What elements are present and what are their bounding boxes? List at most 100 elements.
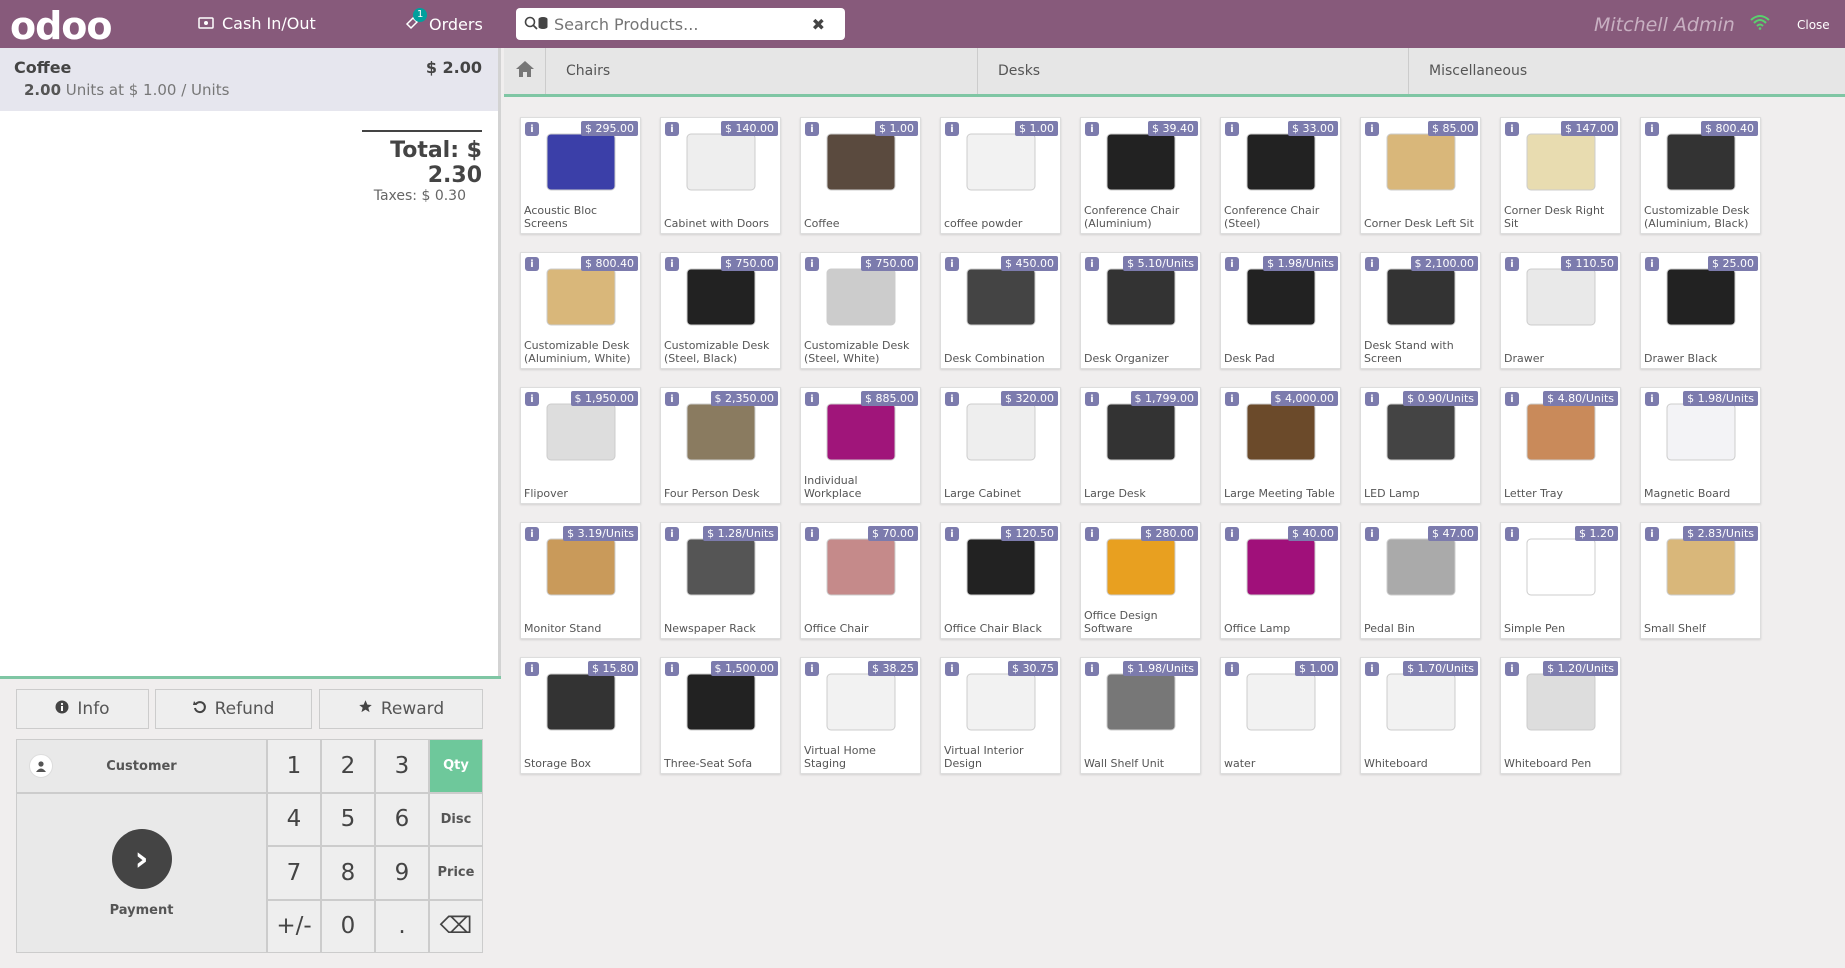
product-info-icon[interactable]: i bbox=[1085, 527, 1099, 541]
product-card[interactable]: i $ 2,350.00 Four Person Desk bbox=[660, 387, 781, 504]
product-card[interactable]: i $ 1.20/Units Whiteboard Pen bbox=[1500, 657, 1621, 774]
product-info-icon[interactable]: i bbox=[805, 257, 819, 271]
product-card[interactable]: i $ 450.00 Desk Combination bbox=[940, 252, 1061, 369]
product-card[interactable]: i $ 85.00 Corner Desk Left Sit bbox=[1360, 117, 1481, 234]
product-card[interactable]: i $ 1,500.00 Three-Seat Sofa bbox=[660, 657, 781, 774]
close-button[interactable]: Close bbox=[1797, 18, 1830, 32]
numpad-key-9[interactable]: 9 bbox=[375, 846, 429, 900]
product-card[interactable]: i $ 5.10/Units Desk Organizer bbox=[1080, 252, 1201, 369]
product-info-icon[interactable]: i bbox=[1225, 662, 1239, 676]
home-category-button[interactable] bbox=[504, 48, 546, 94]
product-info-icon[interactable]: i bbox=[945, 392, 959, 406]
product-info-icon[interactable]: i bbox=[1085, 122, 1099, 136]
product-card[interactable]: i $ 1.98/Units Desk Pad bbox=[1220, 252, 1341, 369]
product-info-icon[interactable]: i bbox=[945, 527, 959, 541]
product-card[interactable]: i $ 1,950.00 Flipover bbox=[520, 387, 641, 504]
product-info-icon[interactable]: i bbox=[805, 662, 819, 676]
product-card[interactable]: i $ 0.90/Units LED Lamp bbox=[1360, 387, 1481, 504]
product-card[interactable]: i $ 280.00 Office Design Software bbox=[1080, 522, 1201, 639]
product-info-icon[interactable]: i bbox=[525, 527, 539, 541]
numpad-key-decimal[interactable]: . bbox=[375, 899, 429, 953]
product-info-icon[interactable]: i bbox=[1505, 662, 1519, 676]
disc-mode-button[interactable]: Disc bbox=[429, 792, 483, 846]
product-info-icon[interactable]: i bbox=[1365, 662, 1379, 676]
numpad-key-1[interactable]: 1 bbox=[267, 739, 321, 793]
qty-mode-button[interactable]: Qty bbox=[429, 739, 483, 793]
product-card[interactable]: i $ 295.00 Acoustic Bloc Screens bbox=[520, 117, 641, 234]
backspace-icon[interactable]: ⌫ bbox=[429, 899, 483, 953]
category-desks[interactable]: Desks bbox=[978, 48, 1409, 94]
numpad-key-8[interactable]: 8 bbox=[321, 846, 375, 900]
product-info-icon[interactable]: i bbox=[665, 527, 679, 541]
product-info-icon[interactable]: i bbox=[805, 527, 819, 541]
payment-button[interactable]: › Payment bbox=[16, 793, 267, 953]
product-info-icon[interactable]: i bbox=[1085, 257, 1099, 271]
product-card[interactable]: i $ 1.98/Units Magnetic Board bbox=[1640, 387, 1761, 504]
refund-button[interactable]: Refund bbox=[155, 689, 312, 729]
product-info-icon[interactable]: i bbox=[1225, 122, 1239, 136]
product-card[interactable]: i $ 47.00 Pedal Bin bbox=[1360, 522, 1481, 639]
product-info-icon[interactable]: i bbox=[1645, 392, 1659, 406]
product-card[interactable]: i $ 147.00 Corner Desk Right Sit bbox=[1500, 117, 1621, 234]
numpad-key-plus-minus[interactable]: +/- bbox=[267, 899, 321, 953]
product-card[interactable]: i $ 1.00 Coffee bbox=[800, 117, 921, 234]
numpad-key-5[interactable]: 5 bbox=[321, 792, 375, 846]
category-miscellaneous[interactable]: Miscellaneous bbox=[1409, 48, 1845, 94]
product-info-icon[interactable]: i bbox=[525, 257, 539, 271]
product-card[interactable]: i $ 38.25 Virtual Home Staging bbox=[800, 657, 921, 774]
product-card[interactable]: i $ 1.00 coffee powder bbox=[940, 117, 1061, 234]
numpad-key-7[interactable]: 7 bbox=[267, 846, 321, 900]
product-card[interactable]: i $ 1.70/Units Whiteboard bbox=[1360, 657, 1481, 774]
product-info-icon[interactable]: i bbox=[1645, 122, 1659, 136]
reward-button[interactable]: Reward bbox=[319, 689, 483, 729]
cash-in-out-button[interactable]: Cash In/Out bbox=[198, 14, 316, 33]
product-card[interactable]: i $ 3.19/Units Monitor Stand bbox=[520, 522, 641, 639]
orders-button[interactable]: 1 Orders bbox=[405, 8, 483, 34]
product-card[interactable]: i $ 33.00 Conference Chair (Steel) bbox=[1220, 117, 1341, 234]
product-info-icon[interactable]: i bbox=[1505, 122, 1519, 136]
product-info-icon[interactable]: i bbox=[1365, 527, 1379, 541]
product-info-icon[interactable]: i bbox=[665, 257, 679, 271]
product-info-icon[interactable]: i bbox=[1085, 392, 1099, 406]
product-info-icon[interactable]: i bbox=[1225, 392, 1239, 406]
product-card[interactable]: i $ 885.00 Individual Workplace bbox=[800, 387, 921, 504]
product-info-icon[interactable]: i bbox=[1365, 257, 1379, 271]
product-info-icon[interactable]: i bbox=[805, 392, 819, 406]
product-card[interactable]: i $ 120.50 Office Chair Black bbox=[940, 522, 1061, 639]
product-info-icon[interactable]: i bbox=[1365, 392, 1379, 406]
product-info-icon[interactable]: i bbox=[1505, 257, 1519, 271]
product-info-icon[interactable]: i bbox=[1085, 662, 1099, 676]
numpad-key-3[interactable]: 3 bbox=[375, 739, 429, 793]
product-info-icon[interactable]: i bbox=[1645, 257, 1659, 271]
product-info-icon[interactable]: i bbox=[945, 662, 959, 676]
product-info-icon[interactable]: i bbox=[525, 662, 539, 676]
product-info-icon[interactable]: i bbox=[1645, 527, 1659, 541]
product-info-icon[interactable]: i bbox=[665, 122, 679, 136]
product-card[interactable]: i $ 15.80 Storage Box bbox=[520, 657, 641, 774]
numpad-key-4[interactable]: 4 bbox=[267, 792, 321, 846]
numpad-key-2[interactable]: 2 bbox=[321, 739, 375, 793]
numpad-key-6[interactable]: 6 bbox=[375, 792, 429, 846]
product-card[interactable]: i $ 750.00 Customizable Desk (Steel, White… bbox=[800, 252, 921, 369]
customer-button[interactable]: Customer bbox=[16, 739, 267, 793]
product-card[interactable]: i $ 30.75 Virtual Interior Design bbox=[940, 657, 1061, 774]
product-info-icon[interactable]: i bbox=[1505, 527, 1519, 541]
product-info-icon[interactable]: i bbox=[1505, 392, 1519, 406]
product-info-icon[interactable]: i bbox=[945, 122, 959, 136]
product-card[interactable]: i $ 110.50 Drawer bbox=[1500, 252, 1621, 369]
product-info-icon[interactable]: i bbox=[665, 662, 679, 676]
product-card[interactable]: i $ 1.20 Simple Pen bbox=[1500, 522, 1621, 639]
product-info-icon[interactable]: i bbox=[525, 122, 539, 136]
product-card[interactable]: i $ 4.80/Units Letter Tray bbox=[1500, 387, 1621, 504]
category-chairs[interactable]: Chairs bbox=[546, 48, 978, 94]
price-mode-button[interactable]: Price bbox=[429, 846, 483, 900]
product-info-icon[interactable]: i bbox=[525, 392, 539, 406]
product-card[interactable]: i $ 1,799.00 Large Desk bbox=[1080, 387, 1201, 504]
product-info-icon[interactable]: i bbox=[945, 257, 959, 271]
product-info-icon[interactable]: i bbox=[805, 122, 819, 136]
product-card[interactable]: i $ 2,100.00 Desk Stand with Screen bbox=[1360, 252, 1481, 369]
product-card[interactable]: i $ 140.00 Cabinet with Doors bbox=[660, 117, 781, 234]
product-card[interactable]: i $ 40.00 Office Lamp bbox=[1220, 522, 1341, 639]
product-info-icon[interactable]: i bbox=[1225, 527, 1239, 541]
product-info-icon[interactable]: i bbox=[665, 392, 679, 406]
